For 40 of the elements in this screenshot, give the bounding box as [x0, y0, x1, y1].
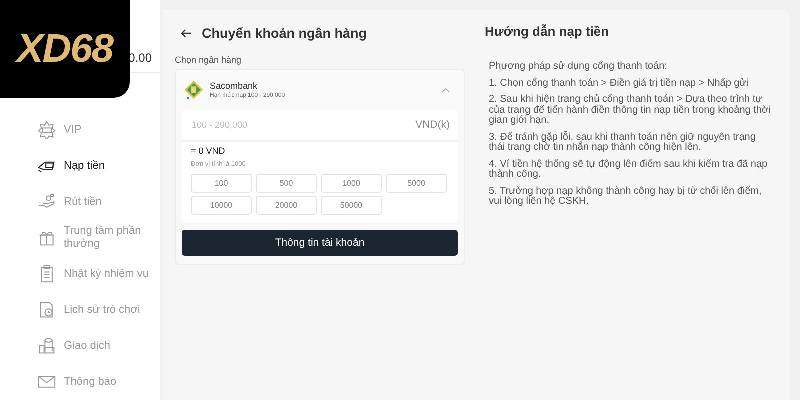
amount-preset-button[interactable]: 500 — [256, 174, 317, 193]
sidebar-item[interactable]: Giao dịch — [0, 328, 160, 364]
document-clock-icon — [38, 301, 56, 319]
amount-preset-button[interactable]: 100 — [191, 174, 252, 193]
bank-name: Sacombank — [210, 81, 259, 91]
gift-icon — [38, 229, 56, 247]
coins-hand-icon — [38, 193, 56, 211]
vip-badge-icon — [38, 121, 56, 139]
amount-preset-button[interactable]: 50000 — [321, 196, 382, 215]
bank-label: Chọn ngân hàng — [175, 55, 242, 65]
amount-preset-button[interactable]: 20000 — [256, 196, 317, 215]
page-title: Chuyển khoản ngân hàng — [202, 26, 368, 40]
coin-stack-icon — [38, 337, 56, 355]
envelope-icon — [38, 373, 56, 391]
clipboard-icon — [38, 265, 56, 283]
sidebar-item[interactable]: Nạp tiền — [0, 148, 160, 184]
chevron-icon[interactable] — [442, 88, 450, 92]
guide-paragraph: 4. Ví tiền hệ thống sẽ tự động lên điểm sau khi kiểm tra đã nạp thành công. — [489, 160, 769, 180]
bank-logo-icon — [184, 80, 204, 100]
amount-preset-button[interactable]: 10000 — [191, 196, 252, 215]
sidebar-item[interactable]: Rút tiền — [0, 184, 160, 220]
sidebar-item[interactable]: Trung tâm phần thưởng — [0, 220, 160, 256]
amount-field[interactable]: 100 - 290,000 — [192, 120, 416, 130]
amount-preset-button[interactable]: 1000 — [321, 174, 382, 193]
currency-unit: VND(k) — [416, 119, 450, 131]
logo-text: XD68 — [16, 26, 114, 72]
guide-paragraph: 5. Trường hợp nạp không thành công hay bị từ chối lên điểm, vui lòng liên hệ CSKH. — [489, 186, 763, 208]
amount-preset-button[interactable]: 5000 — [386, 174, 447, 193]
back-arrow-icon[interactable] — [181, 28, 192, 38]
sidebar-item[interactable]: Lịch sử trò chơi — [0, 292, 160, 328]
sidebar-item[interactable]: VIP — [0, 112, 160, 148]
account-info-button[interactable]: Thông tin tài khoản — [182, 230, 458, 256]
converted-amount: = 0 VND — [191, 146, 226, 156]
guide-paragraph: 1. Chọn cổng thanh toán > Điền giá trị tiền nạp > Nhấp gửi — [489, 78, 750, 89]
guide-paragraph: Phương pháp sử dụng cổng thanh toán: — [489, 62, 668, 72]
guide-title: Hướng dẫn nạp tiền — [485, 24, 610, 39]
guide-paragraph: 2. Sau khi hiện trang chủ cổng thanh toán > Dựa theo trình tự của trang để tiến hành điền thông tin nạp tiền trong khoảng thời gian giới hạn. — [489, 95, 772, 126]
sidebar-item[interactable]: Nhật ký nhiệm vụ — [0, 256, 160, 292]
guide-paragraph: 3. Để tránh gặp lỗi, sau khi thanh toán nên giữ nguyên trạng thái trang chờ tin nhắn nạp thành công hiện lên. — [489, 132, 757, 154]
sidebar-item[interactable]: Thông báo — [0, 364, 160, 400]
